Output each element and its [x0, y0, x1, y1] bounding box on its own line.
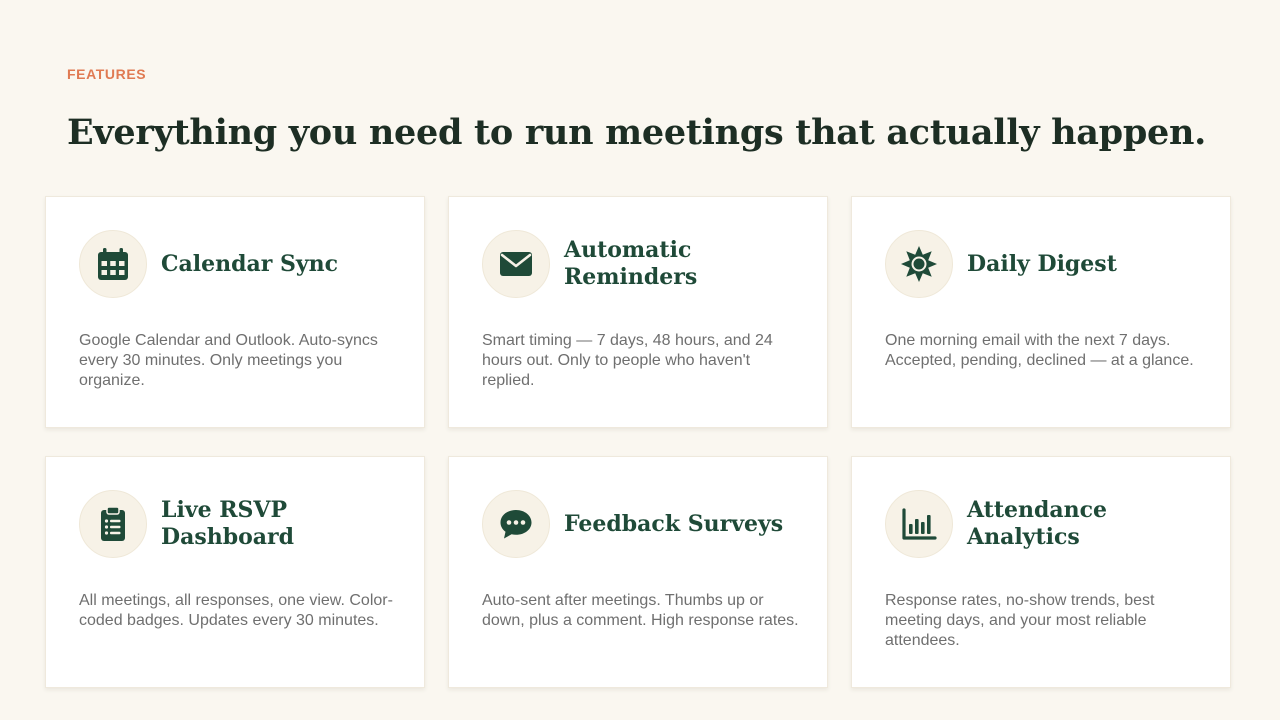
feature-title: Daily Digest	[967, 250, 1117, 277]
icon-badge	[79, 230, 147, 298]
chat-bubble-icon	[500, 510, 532, 539]
feature-card-live-rsvp-dashboard: Live RSVP Dashboard All meetings, all re…	[45, 456, 425, 688]
feature-description: All meetings, all responses, one view. C…	[79, 592, 393, 629]
sun-icon	[901, 246, 937, 282]
section-headline: Everything you need to run meetings that…	[67, 112, 1206, 153]
feature-description: Smart timing — 7 days, 48 hours, and 24 …	[482, 332, 773, 389]
feature-description: One morning email with the next 7 days. …	[885, 332, 1194, 369]
feature-card-daily-digest: Daily Digest One morning email with the …	[851, 196, 1231, 428]
feature-card-attendance-analytics: Attendance Analytics Response rates, no-…	[851, 456, 1231, 688]
icon-badge	[482, 230, 550, 298]
feature-description: Response rates, no-show trends, best mee…	[885, 592, 1155, 649]
calendar-icon	[98, 248, 128, 280]
feature-card-automatic-reminders: Automatic Reminders Smart timing — 7 day…	[448, 196, 828, 428]
feature-card-feedback-surveys: Feedback Surveys Auto-sent after meeting…	[448, 456, 828, 688]
icon-badge	[885, 230, 953, 298]
feature-title: Automatic Reminders	[564, 237, 698, 290]
features-grid: Calendar Sync Google Calendar and Outloo…	[45, 196, 1231, 688]
icon-badge	[885, 490, 953, 558]
feature-card-calendar-sync: Calendar Sync Google Calendar and Outloo…	[45, 196, 425, 428]
envelope-icon	[500, 252, 532, 276]
eyebrow-label: FEATURES	[67, 66, 147, 82]
clipboard-list-icon	[101, 506, 125, 541]
icon-badge	[482, 490, 550, 558]
feature-title: Feedback Surveys	[564, 510, 784, 537]
feature-description: Google Calendar and Outlook. Auto-syncs …	[79, 332, 378, 389]
feature-description: Auto-sent after meetings. Thumbs up or d…	[482, 592, 799, 629]
feature-title: Live RSVP Dashboard	[161, 497, 294, 550]
bar-chart-icon	[902, 508, 937, 540]
feature-title: Calendar Sync	[161, 250, 339, 277]
icon-badge	[79, 490, 147, 558]
feature-title: Attendance Analytics	[967, 497, 1108, 550]
